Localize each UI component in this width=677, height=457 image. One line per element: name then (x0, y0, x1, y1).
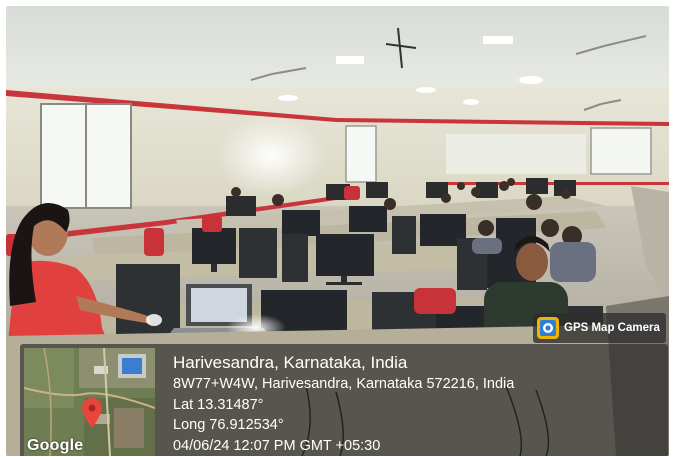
latitude-value: Lat 13.31487° (173, 396, 264, 413)
photo-frame: GPS Map Camera Google Harivesandra, Karn… (6, 6, 669, 456)
gps-camera-badge: GPS Map Camera (533, 313, 666, 343)
timestamp-value: 04/06/24 12:07 PM GMT +05:30 (173, 437, 381, 454)
location-address: 8W77+W4W, Harivesandra, Karnataka 572216… (173, 376, 515, 392)
location-title: Harivesandra, Karnataka, India (173, 353, 408, 372)
gps-info-panel: Google Harivesandra, Karnataka, India 8W… (20, 344, 668, 456)
google-logo: Google (27, 437, 84, 454)
longitude-value: Long 76.912534° (173, 417, 284, 433)
map-pin-icon (82, 398, 102, 428)
location-map-thumbnail: Google (24, 348, 155, 456)
gps-map-camera-icon (537, 317, 559, 339)
gps-badge-label: GPS Map Camera (564, 322, 660, 334)
gps-text-block: Harivesandra, Karnataka, India 8W77+W4W,… (173, 354, 514, 453)
